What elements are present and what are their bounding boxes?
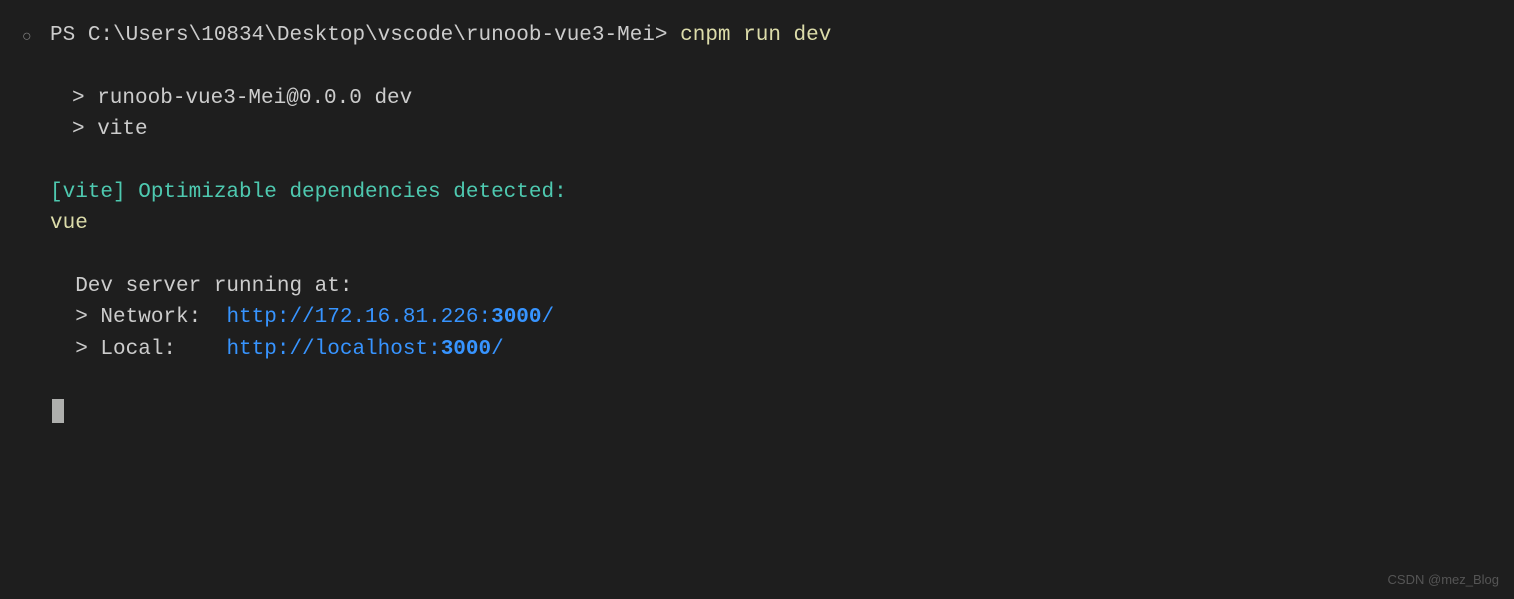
local-url-prefix[interactable]: http://localhost:	[226, 338, 440, 361]
blank-line	[50, 365, 1494, 396]
cursor	[52, 399, 64, 423]
watermark-text: CSDN @mez_Blog	[1388, 570, 1499, 590]
blank-line	[50, 146, 1494, 177]
network-line: > Network: http://172.16.81.226:3000/	[50, 302, 1494, 334]
network-url-suffix[interactable]: /	[542, 306, 555, 329]
network-port[interactable]: 3000	[491, 306, 541, 329]
local-label: > Local:	[50, 338, 226, 361]
command-text: cnpm run dev	[680, 24, 831, 47]
prompt-separator: >	[655, 24, 680, 47]
local-line: > Local: http://localhost:3000/	[50, 334, 1494, 366]
terminal-panel[interactable]: ○ PS C:\Users\10834\Desktop\vscode\runoo…	[0, 0, 1514, 448]
prompt-path: C:\Users\10834\Desktop\vscode\runoob-vue…	[88, 24, 655, 47]
prompt-line: PS C:\Users\10834\Desktop\vscode\runoob-…	[50, 20, 1494, 52]
network-url-prefix[interactable]: http://172.16.81.226:	[226, 306, 491, 329]
output-script-line2: > vite	[50, 114, 1494, 146]
shell-prefix: PS	[50, 24, 88, 47]
output-script-line1: > runoob-vue3-Mei@0.0.0 dev	[50, 83, 1494, 115]
blank-line	[50, 52, 1494, 83]
blank-line	[50, 240, 1494, 271]
circle-icon: ○	[22, 25, 32, 49]
network-label: > Network:	[50, 306, 226, 329]
cursor-line[interactable]	[50, 396, 1494, 428]
local-port[interactable]: 3000	[441, 338, 491, 361]
local-url-suffix[interactable]: /	[491, 338, 504, 361]
vite-message: [vite] Optimizable dependencies detected…	[50, 177, 1494, 209]
vite-deps: vue	[50, 208, 1494, 240]
server-title: Dev server running at:	[50, 271, 1494, 303]
